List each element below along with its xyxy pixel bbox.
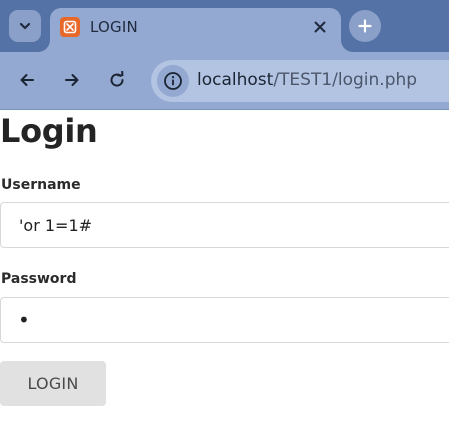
login-button[interactable]: LOGIN	[0, 361, 106, 406]
site-info-button[interactable]	[157, 65, 189, 97]
browser-tabstrip: LOGIN	[0, 0, 449, 54]
chevron-down-icon	[19, 22, 31, 30]
chrome-divider	[0, 109, 449, 110]
url-path: /TEST1/login.php	[273, 70, 418, 90]
forward-arrow-icon	[65, 74, 79, 86]
xampp-favicon-icon	[60, 17, 80, 37]
username-label: Username	[1, 177, 81, 193]
tab-title: LOGIN	[90, 18, 138, 36]
forward-button[interactable]	[56, 64, 88, 96]
username-input[interactable]	[0, 202, 449, 248]
reload-icon	[110, 71, 124, 87]
browser-tab-active[interactable]: LOGIN	[50, 8, 341, 54]
new-tab-button[interactable]	[349, 10, 381, 42]
info-icon	[164, 72, 182, 90]
plus-icon	[358, 19, 372, 33]
page-title: Login	[0, 112, 98, 150]
reload-button[interactable]	[101, 64, 133, 96]
url-host: localhost	[197, 70, 274, 90]
password-input[interactable]	[0, 297, 449, 343]
close-tab-button[interactable]	[308, 15, 332, 39]
tab-search-button[interactable]	[9, 10, 41, 42]
close-icon	[314, 21, 326, 33]
url-text: localhost/TEST1/login.php	[197, 70, 417, 90]
back-button[interactable]	[11, 64, 43, 96]
address-bar[interactable]: localhost/TEST1/login.php	[151, 60, 449, 102]
back-arrow-icon	[20, 74, 34, 86]
password-label: Password	[1, 271, 77, 287]
